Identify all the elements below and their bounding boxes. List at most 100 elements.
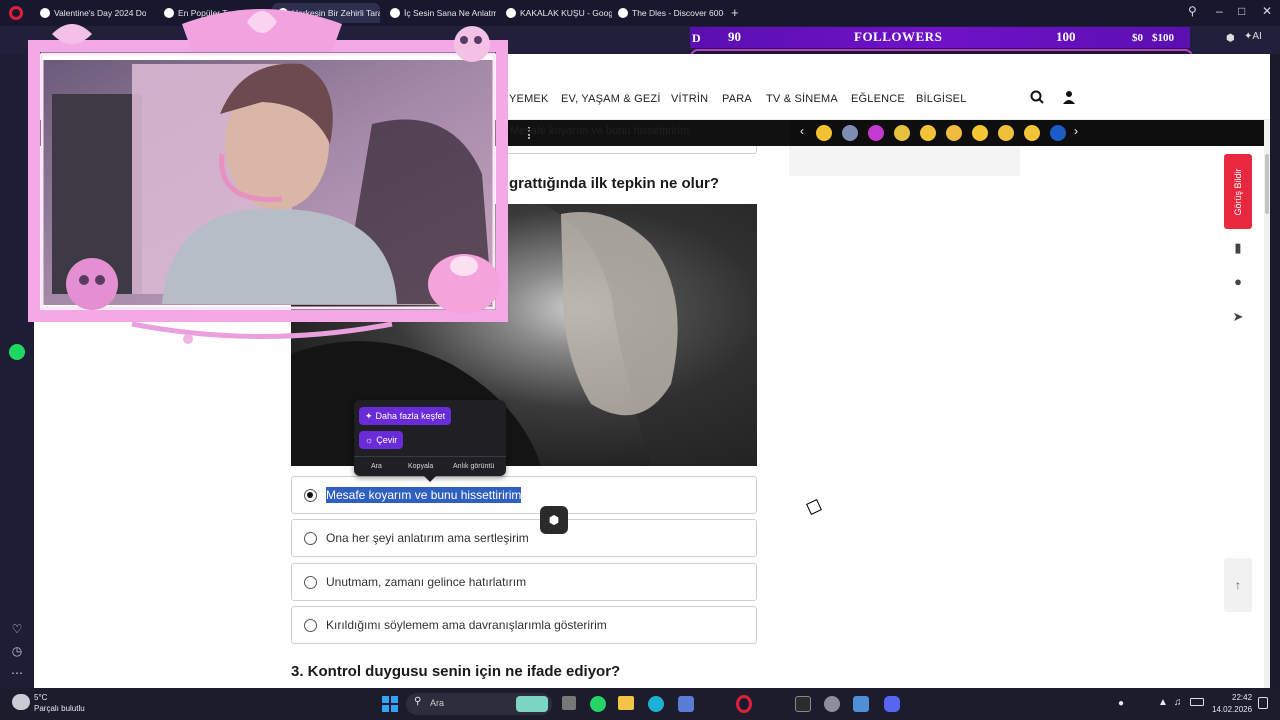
answer-option-4[interactable]: Kırıldığımı söylemem ama davranışlarımla… <box>291 606 757 644</box>
money-current: $0 <box>1132 32 1143 44</box>
emoji-category[interactable] <box>868 125 884 141</box>
radio-unselected[interactable] <box>304 531 317 545</box>
scroll-top-button[interactable]: ↑ <box>1224 558 1252 612</box>
answer-label: Unutmam, zamanı gelince hatırlatırım <box>326 575 527 589</box>
notification-icon[interactable] <box>1258 697 1268 709</box>
nav-item-eglence[interactable]: EĞLENCE <box>851 93 905 105</box>
feedback-button[interactable]: Görüş Bildir <box>1224 154 1252 229</box>
volume-icon[interactable]: ♫ <box>1174 697 1182 708</box>
answer-label: Mesafe koyarım ve bunu hissettiririm <box>326 487 522 503</box>
app-icon[interactable] <box>853 696 869 712</box>
radio-unselected[interactable] <box>304 575 317 589</box>
whatsapp-icon[interactable] <box>590 696 606 712</box>
store-icon[interactable] <box>678 696 694 712</box>
clock-date[interactable]: 14.02.2026 <box>1212 705 1252 714</box>
battery-icon[interactable] <box>1190 698 1204 706</box>
nav-item-ev-yasam[interactable]: EV, YAŞAM & GEZİ <box>561 93 661 105</box>
share-icon[interactable]: ➤ <box>1228 309 1248 329</box>
copy-action[interactable]: Kopyala <box>408 463 433 470</box>
user-icon[interactable] <box>1062 90 1076 104</box>
chevron-left-icon[interactable]: ‹ <box>800 124 804 138</box>
weather-desc: Parçalı bulutlu <box>34 704 85 713</box>
answer-option-1[interactable]: Mesafe koyarım ve bunu hissettiririm <box>291 476 757 514</box>
nav-item-vitrin[interactable]: VİTRİN <box>671 93 708 105</box>
extensions-icon[interactable]: ⬢ <box>1226 33 1235 44</box>
webcam-frame-icon <box>28 9 508 344</box>
taskbar-search-label: Ara <box>430 698 445 708</box>
snippet-text: Mesafe koyarım ve bunu hissettiririm <box>510 125 690 137</box>
emoji-category[interactable] <box>1024 125 1040 141</box>
question-3-title: 3. Kontrol duygusu senin için ne ifade e… <box>291 663 621 680</box>
translate-button[interactable]: ☼ Çevir <box>359 431 404 449</box>
minimize-icon[interactable]: – <box>1216 4 1223 18</box>
emoji-category[interactable] <box>816 125 832 141</box>
search-icon[interactable] <box>1030 90 1044 104</box>
browser-tab[interactable]: The Dles - Discover 600+ <box>612 3 724 23</box>
emoji-category[interactable] <box>972 125 988 141</box>
windows-taskbar: 5°C Parçalı bulutlu ⚲ Ara ● ▲ ♫ 22:42 14… <box>0 688 1280 720</box>
clock-time[interactable]: 22:42 <box>1232 693 1252 702</box>
snapshot-action[interactable]: Anlık görüntü <box>453 463 494 470</box>
sparkle-icon: ✦ <box>365 410 373 421</box>
radio-unselected[interactable] <box>304 618 317 632</box>
edge-icon[interactable] <box>648 696 664 712</box>
tab-favicon-icon <box>618 8 628 18</box>
browser-tab[interactable]: KAKALAK KUŞU - Google <box>500 3 612 23</box>
nav-item-yemek[interactable]: YEMEK <box>509 93 549 105</box>
comments-icon[interactable]: ● <box>1228 274 1248 294</box>
radio-selected[interactable] <box>304 488 317 502</box>
money-goal: $100 <box>1152 32 1174 44</box>
bookmark-icon[interactable]: ▮ <box>1228 240 1248 260</box>
answer-label: Ona her şeyi anlatırım ama sertleşirim <box>326 531 529 545</box>
answer-option-2[interactable]: Ona her şeyi anlatırım ama sertleşirim <box>291 519 757 557</box>
discord-icon[interactable] <box>884 696 900 712</box>
wifi-icon[interactable]: ▲ <box>1158 697 1168 708</box>
followers-goal: 100 <box>1056 29 1076 44</box>
file-explorer-icon[interactable] <box>618 696 634 710</box>
taskbar-search[interactable]: ⚲ Ara <box>406 693 552 715</box>
heart-icon[interactable]: ♡ <box>8 620 26 638</box>
translate-icon: ☼ <box>365 435 374 445</box>
right-sidebar-block <box>789 146 1020 176</box>
new-tab-button[interactable]: + <box>731 5 739 20</box>
followers-label: FOLLOWERS <box>854 29 943 44</box>
chevron-right-icon[interactable]: › <box>1074 124 1078 138</box>
history-icon[interactable]: ◷ <box>8 642 26 660</box>
mic-icon[interactable]: ● <box>1118 698 1124 709</box>
emoji-category[interactable] <box>946 125 962 141</box>
weather-temp: 5°C <box>34 693 48 702</box>
settings-icon[interactable] <box>824 696 840 712</box>
emoji-category[interactable] <box>920 125 936 141</box>
emoji-category[interactable] <box>894 125 910 141</box>
search-highlight-icon <box>516 696 548 712</box>
search-action[interactable]: Ara <box>371 463 382 470</box>
nav-item-tv-sinema[interactable]: TV & SİNEMA <box>766 93 838 105</box>
sticky-snippet: Mesafe koyarım ve bunu hissettiririm <box>510 120 790 146</box>
mouse-cursor-icon <box>806 499 822 515</box>
opera-taskbar-icon[interactable] <box>736 695 752 713</box>
answer-option-3[interactable]: Unutmam, zamanı gelince hatırlatırım <box>291 563 757 601</box>
popup-divider <box>354 456 506 457</box>
weather-icon[interactable] <box>12 694 30 710</box>
emoji-category[interactable] <box>998 125 1014 141</box>
task-view-icon[interactable] <box>562 696 576 710</box>
more-icon[interactable]: ⋯ <box>8 664 26 682</box>
page-scrollbar-thumb[interactable] <box>1265 154 1269 214</box>
close-window-icon[interactable]: ✕ <box>1262 4 1272 18</box>
search-icon: ⚲ <box>414 696 422 707</box>
start-icon[interactable] <box>382 696 398 712</box>
ai-button[interactable]: ✦AI <box>1244 31 1262 42</box>
popup-pointer <box>424 476 436 482</box>
app-icon[interactable] <box>795 696 811 712</box>
explore-more-button[interactable]: ✦ Daha fazla keşfet <box>359 407 452 425</box>
emoji-category[interactable] <box>1050 125 1066 141</box>
maximize-icon[interactable]: □ <box>1238 4 1245 18</box>
search-tabs-icon[interactable]: ⚲ <box>1188 4 1197 18</box>
nav-item-bilgisel[interactable]: BİLGİSEL <box>916 93 967 105</box>
selection-popup: ✦ Daha fazla keşfet ☼ Çevir Ara Kopyala An… <box>354 400 506 482</box>
ai-assistant-bubble-icon[interactable]: ⬢ <box>540 506 568 534</box>
nav-item-para[interactable]: PARA <box>722 93 752 105</box>
overlay-letter: D <box>692 31 701 45</box>
question-2-title: grattığında ilk tepkin ne olur? <box>509 175 720 192</box>
emoji-category[interactable] <box>842 125 858 141</box>
